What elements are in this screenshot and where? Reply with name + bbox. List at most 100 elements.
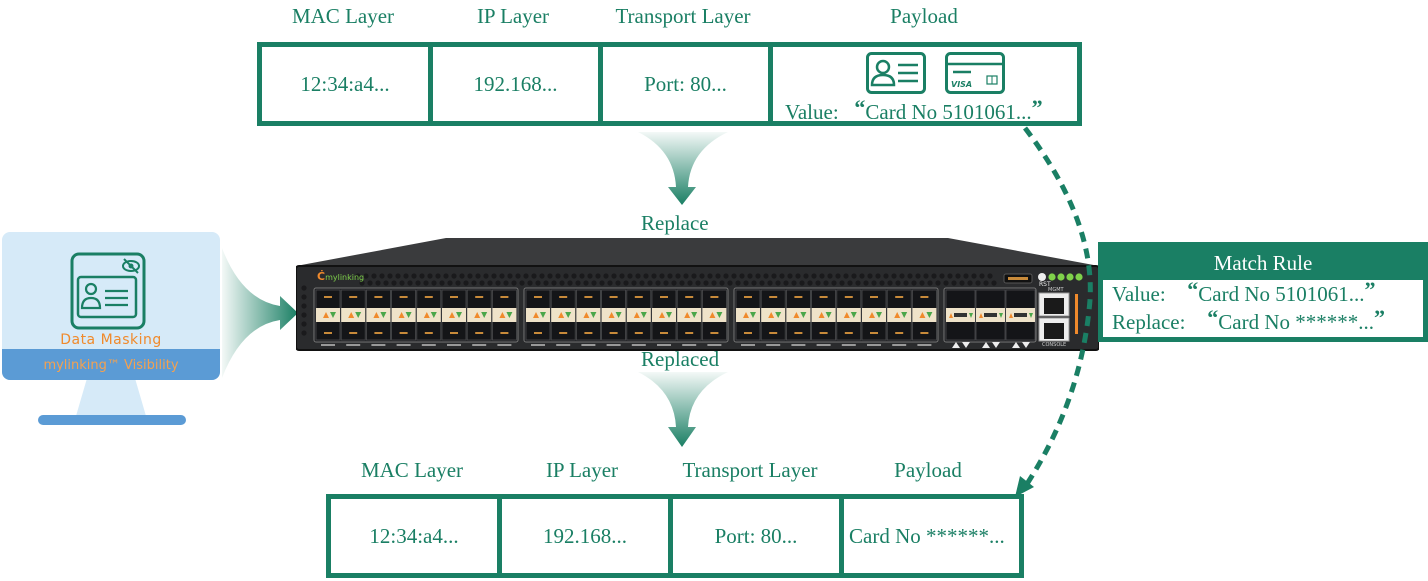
vent-hole: [391, 280, 397, 286]
vent-hole: [739, 273, 745, 279]
vent-hole: [887, 280, 893, 286]
replaced-label: Replaced: [641, 347, 720, 371]
payload-cell: VISA Value: “Card No 5101061...”: [773, 47, 1077, 124]
sfp-port[interactable]: [366, 289, 391, 346]
sfp-port[interactable]: [315, 289, 341, 346]
payload-value-label: Value:: [785, 100, 839, 124]
vent-hole: [563, 273, 569, 279]
sfp-port[interactable]: [861, 289, 887, 346]
close-quote: ”: [1031, 95, 1043, 120]
vent-hole: [899, 273, 905, 279]
status-led: [1075, 273, 1083, 281]
qsfp-port[interactable]: [975, 289, 1006, 348]
switch-brand: Ċmylinking: [317, 270, 365, 283]
match-value-label: Value:: [1112, 282, 1166, 306]
vent-hole: [975, 280, 981, 286]
transport-cell: Port: 80...: [603, 47, 773, 121]
vent-hole: [903, 280, 909, 286]
match-rule-box: Match Rule Value: “Card No 5101061...” R…: [1098, 242, 1428, 342]
ip-value: 192.168...: [543, 523, 627, 548]
sfp-port[interactable]: [416, 289, 442, 346]
vent-hole: [771, 273, 777, 279]
vent-hole: [855, 280, 861, 286]
open-quote: “: [854, 95, 866, 120]
vent-hole: [847, 280, 853, 286]
sfp-port[interactable]: [676, 289, 702, 346]
vent-hole: [767, 280, 773, 286]
monitor-base: [38, 415, 186, 425]
monitor-neck: [76, 380, 146, 416]
vent-hole: [301, 294, 307, 300]
mac-cell: 12:34:a4...: [262, 47, 433, 121]
vent-hole: [301, 312, 307, 318]
vent-hole: [939, 273, 945, 279]
vent-hole: [383, 280, 389, 286]
vent-hole: [483, 273, 489, 279]
id-card-icon: [866, 52, 926, 94]
sfp-port[interactable]: [811, 289, 836, 346]
qsfp-port[interactable]: [1005, 289, 1036, 348]
sfp-port[interactable]: [575, 289, 601, 346]
sfp-port[interactable]: [525, 289, 551, 346]
vent-hole: [863, 280, 869, 286]
vent-hole: [443, 273, 449, 279]
sfp-port[interactable]: [491, 289, 517, 346]
switch-chassis: [296, 238, 1099, 351]
vent-hole: [675, 273, 681, 279]
vent-hole: [755, 273, 761, 279]
sfp-port[interactable]: [836, 289, 862, 346]
vent-hole: [783, 280, 789, 286]
vent-hole: [787, 273, 793, 279]
qsfp-port[interactable]: [945, 289, 976, 348]
vent-hole: [583, 280, 589, 286]
vent-hole: [379, 273, 385, 279]
vent-hole: [491, 273, 497, 279]
vent-hole: [743, 280, 749, 286]
sfp-port[interactable]: [340, 289, 366, 346]
sfp-port[interactable]: [441, 289, 467, 346]
vent-hole: [587, 273, 593, 279]
port-number-label: [556, 344, 571, 346]
reset-button-icon[interactable]: [1038, 273, 1046, 281]
sfp-port[interactable]: [701, 289, 727, 346]
monitor-screen: Data Masking mylinking™ Visibility: [2, 232, 220, 380]
vent-hole: [635, 273, 641, 279]
header-transport-layer: Transport Layer: [615, 4, 751, 28]
vent-hole: [711, 280, 717, 286]
sfp-port[interactable]: [601, 289, 627, 346]
match-rule-value-row: Value: “Card No 5101061...”: [1103, 277, 1423, 308]
sfp-port[interactable]: [760, 289, 786, 346]
vent-hole: [671, 280, 677, 286]
vent-hole: [859, 273, 865, 279]
mac-value: 12:34:a4...: [300, 71, 390, 96]
vent-hole: [499, 273, 505, 279]
vent-hole: [727, 280, 733, 286]
vent-hole: [387, 273, 393, 279]
vent-hole: [607, 280, 613, 286]
sfp-port[interactable]: [735, 289, 761, 346]
sfp-port[interactable]: [391, 289, 416, 346]
network-packet-broker-switch: Ċmylinking RST MGMT CONSOLE: [296, 236, 1099, 352]
close-quote: ”: [1374, 305, 1385, 330]
port-number-label: [657, 344, 671, 346]
vent-hole: [435, 273, 441, 279]
vent-hole: [679, 280, 685, 286]
vent-hole: [987, 273, 993, 279]
vent-hole: [599, 280, 605, 286]
vent-hole: [835, 273, 841, 279]
vent-hole: [723, 273, 729, 279]
sfp-port[interactable]: [466, 289, 492, 346]
sfp-port[interactable]: [651, 289, 677, 346]
sfp-port[interactable]: [886, 289, 912, 346]
vent-hole: [495, 280, 501, 286]
sfp-port[interactable]: [626, 289, 652, 346]
sfp-port[interactable]: [785, 289, 811, 346]
match-value: Card No 5101061...: [1198, 282, 1365, 306]
sfp-port[interactable]: [912, 289, 937, 346]
vent-hole: [795, 273, 801, 279]
vent-hole: [715, 273, 721, 279]
vent-hole: [423, 280, 429, 286]
ip-value: 192.168...: [473, 71, 558, 96]
vent-hole: [427, 273, 433, 279]
sfp-port[interactable]: [550, 289, 576, 346]
